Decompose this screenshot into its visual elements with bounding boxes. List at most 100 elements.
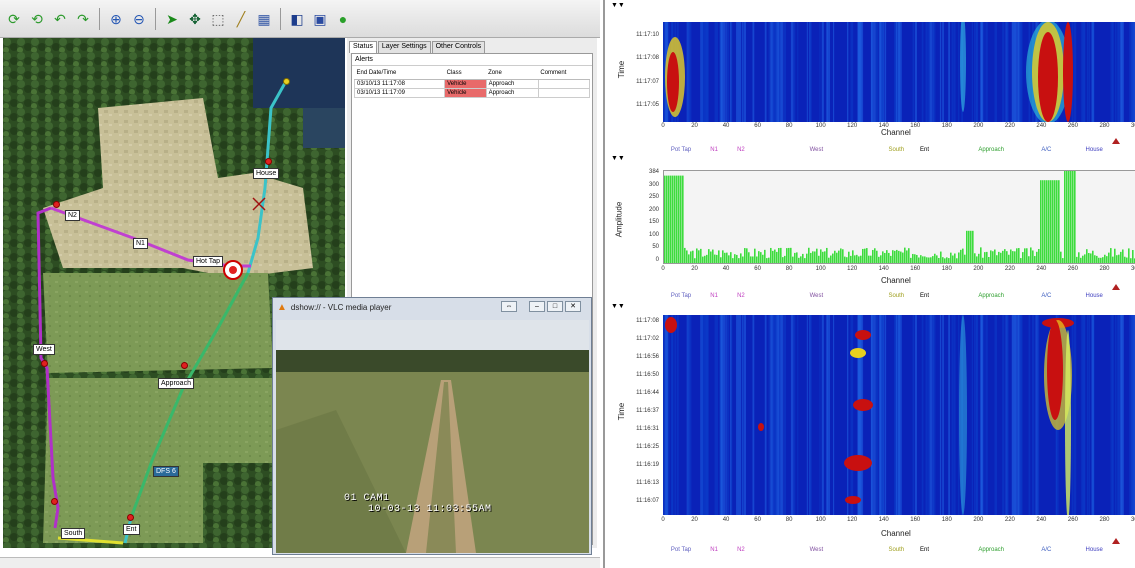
map-pin-ent[interactable] xyxy=(127,514,134,521)
table-row[interactable]: 03/10/13 11:17:09 Vehicle Approach xyxy=(353,87,591,98)
x-tick-label: 260 xyxy=(1067,266,1078,272)
bottom-xlabel: Channel xyxy=(881,529,911,538)
map-pin-start[interactable] xyxy=(283,78,290,85)
x-tick-label: 80 xyxy=(785,517,793,523)
tab-layer-settings[interactable]: Layer Settings xyxy=(377,41,431,53)
cell-zone: Approach xyxy=(485,78,539,89)
x-tick-label: 300 xyxy=(1130,123,1135,129)
col-comment[interactable]: Comment xyxy=(538,68,590,80)
zone-label: South xyxy=(888,147,905,153)
zone-label: South xyxy=(888,293,905,299)
zone-label: South xyxy=(888,547,905,553)
y-tick-label: 11:16:37 xyxy=(636,408,659,414)
collapse-mid-icon[interactable]: ▼▼ xyxy=(611,155,625,162)
zone-label: N2 xyxy=(737,147,745,153)
top-spectrogram[interactable] xyxy=(663,22,1135,122)
cell-comment[interactable] xyxy=(537,87,591,98)
zone-label: N1 xyxy=(710,147,718,153)
zone-label: West xyxy=(809,293,824,299)
channel-marker-icon[interactable] xyxy=(1111,538,1120,544)
rotate-up-icon[interactable]: ⟳ xyxy=(4,9,24,29)
x-tick-label: 80 xyxy=(785,266,793,272)
x-tick-label: 60 xyxy=(754,517,761,523)
amplitude-chart[interactable] xyxy=(663,170,1135,264)
alarm-device-icon[interactable]: ◧ xyxy=(287,9,307,29)
y-tick-label: 11:17:02 xyxy=(636,336,659,342)
x-tick-label: 280 xyxy=(1099,517,1110,523)
map-pin-west[interactable] xyxy=(41,360,48,367)
zone-label: House xyxy=(1085,147,1103,153)
y-tick-label: 11:17:07 xyxy=(636,78,659,85)
layer-table-icon[interactable]: ▦ xyxy=(254,9,274,29)
rotate-down-icon[interactable]: ⟲ xyxy=(27,9,47,29)
map-pin-approach[interactable] xyxy=(181,362,188,369)
zone-label: Ent xyxy=(919,547,929,553)
camera-video: 01 CAM1 10-03-13 11:03:55AM xyxy=(276,320,589,553)
channel-marker-icon[interactable] xyxy=(1111,138,1120,144)
y-tick-label: 150 xyxy=(648,219,659,226)
collapse-bottom-icon[interactable]: ▼▼ xyxy=(611,303,625,310)
maximize-button[interactable]: □ xyxy=(547,301,563,312)
map-pin-south[interactable] xyxy=(51,498,58,505)
alerts-label: Alerts xyxy=(352,54,592,66)
cell-class: Vehicle xyxy=(444,87,487,98)
redo-icon[interactable]: ↷ xyxy=(73,9,93,29)
zone-label: N1 xyxy=(710,547,718,553)
y-tick-label: 11:17:10 xyxy=(636,32,659,38)
zoom-box-icon[interactable]: ⬚ xyxy=(208,9,228,29)
map-pin-house[interactable] xyxy=(265,158,272,165)
map-pin-n2[interactable] xyxy=(53,201,60,208)
x-tick-label: 220 xyxy=(1004,266,1015,272)
x-tick-label: 20 xyxy=(691,517,698,523)
bottom-spectrogram[interactable] xyxy=(663,315,1135,515)
x-tick-label: 40 xyxy=(722,266,730,272)
collapse-top-icon[interactable]: ▼▼ xyxy=(611,2,625,9)
y-tick-label: 50 xyxy=(652,244,659,251)
channel-marker-icon[interactable] xyxy=(1111,284,1120,290)
y-tick-label: 0 xyxy=(655,257,659,263)
col-end-date[interactable]: End Date/Time xyxy=(354,68,445,80)
restore-button[interactable]: ⇔ xyxy=(501,301,517,312)
map-label-west: West xyxy=(33,344,55,355)
pan-icon[interactable]: ✥ xyxy=(185,9,205,29)
alerts-table: End Date/Time Class Zone Comment 03/10/1… xyxy=(353,68,591,98)
zone-label: A/C xyxy=(1041,547,1052,553)
close-button[interactable]: ✕ xyxy=(565,301,581,312)
zone-label: N2 xyxy=(737,293,745,299)
x-tick-label: 60 xyxy=(754,123,761,129)
chat-bubble-icon[interactable]: ● xyxy=(333,9,353,29)
undo-icon[interactable]: ↶ xyxy=(50,9,70,29)
spectrogram-image xyxy=(663,22,1135,122)
measure-icon[interactable]: ╱ xyxy=(231,9,251,29)
zone-label: Pot Tap xyxy=(670,147,692,153)
x-tick-label: 20 xyxy=(691,266,698,272)
osd-camera: 01 CAM1 xyxy=(344,493,390,504)
y-tick-label: 11:17:05 xyxy=(636,102,659,108)
zoom-out-icon[interactable]: ⊖ xyxy=(129,9,149,29)
col-class[interactable]: Class xyxy=(444,68,487,80)
map-label-approach: Approach xyxy=(158,378,194,389)
select-arrow-icon[interactable]: ➤ xyxy=(162,9,182,29)
col-zone[interactable]: Zone xyxy=(486,68,539,80)
y-tick-label: 11:16:19 xyxy=(636,462,659,468)
x-tick-label: 120 xyxy=(847,517,858,523)
x-tick-label: 0 xyxy=(661,266,665,272)
y-tick-label: 200 xyxy=(648,206,659,213)
tab-status[interactable]: Status xyxy=(349,41,377,53)
zone-label: Ent xyxy=(919,293,929,299)
x-tick-label: 0 xyxy=(661,517,665,523)
map-label-n1: N1 xyxy=(133,238,148,249)
vlc-window[interactable]: ▲ dshow:// - VLC media player ⇔ – □ ✕ 01… xyxy=(272,297,592,555)
x-tick-label: 280 xyxy=(1099,123,1110,129)
zone-label: West xyxy=(809,547,824,553)
tab-other-controls[interactable]: Other Controls xyxy=(431,41,486,53)
zoom-in-icon[interactable]: ⊕ xyxy=(106,9,126,29)
spectrum-monitor: ▼▼ Time 11:17:10 11:17:08 11:17:07 11:17:05… xyxy=(603,0,1135,568)
x-tick-label: 60 xyxy=(754,266,761,272)
zone-label: Pot Tap xyxy=(670,547,692,553)
minimize-button[interactable]: – xyxy=(529,301,545,312)
calendar-icon[interactable]: ▣ xyxy=(310,9,330,29)
cell-comment[interactable] xyxy=(537,78,591,89)
table-row[interactable]: 03/10/13 11:17:08 Vehicle Approach xyxy=(353,78,591,89)
x-tick-label: 220 xyxy=(1004,123,1015,129)
